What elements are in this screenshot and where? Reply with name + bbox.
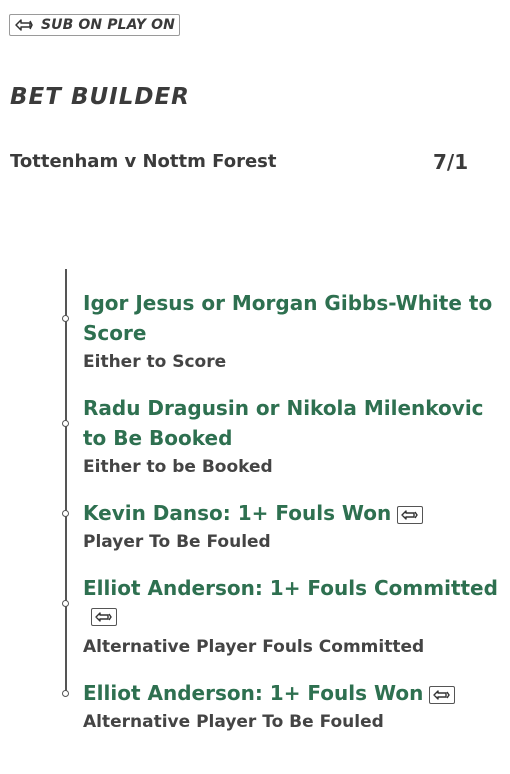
selection-title-row: Kevin Danso: 1+ Fouls Won (83, 498, 498, 528)
selection-title: Kevin Danso: 1+ Fouls Won (83, 501, 392, 525)
selection-market: Alternative Player To Be Fouled (83, 712, 384, 732)
selection-title: Elliot Anderson: 1+ Fouls Won (83, 681, 424, 705)
selection-title: Igor Jesus or Morgan Gibbs-White to Scor… (83, 291, 493, 345)
timeline-dot (62, 690, 69, 697)
timeline-dot (62, 315, 69, 322)
match-name: Tottenham v Nottm Forest (10, 151, 277, 172)
timeline-dot (62, 420, 69, 427)
substitution-swap-icon (397, 505, 424, 524)
selection-timeline (65, 269, 67, 693)
selection-market: Either to be Booked (83, 457, 273, 477)
substitution-swap-icon (429, 685, 456, 704)
substitution-swap-icon (13, 16, 35, 34)
sub-on-play-on-label: SUB ON PLAY ON (41, 17, 175, 33)
sub-on-play-on-badge: SUB ON PLAY ON (9, 14, 180, 36)
timeline-dot (62, 600, 69, 607)
selection-title: Radu Dragusin or Nikola Milenkovic to Be… (83, 396, 484, 450)
match-odds[interactable]: 7/1 (433, 150, 468, 174)
selection-title-row: Elliot Anderson: 1+ Fouls Won (83, 678, 498, 708)
substitution-swap-icon (91, 608, 117, 626)
selection-market: Either to Score (83, 352, 227, 372)
selection-market: Alternative Player Fouls Committed (83, 637, 425, 657)
selection-title: Elliot Anderson: 1+ Fouls Committed (83, 576, 498, 600)
timeline-dot (62, 510, 69, 517)
page-title: BET BUILDER (10, 84, 190, 110)
selection-market: Player To Be Fouled (83, 532, 271, 552)
